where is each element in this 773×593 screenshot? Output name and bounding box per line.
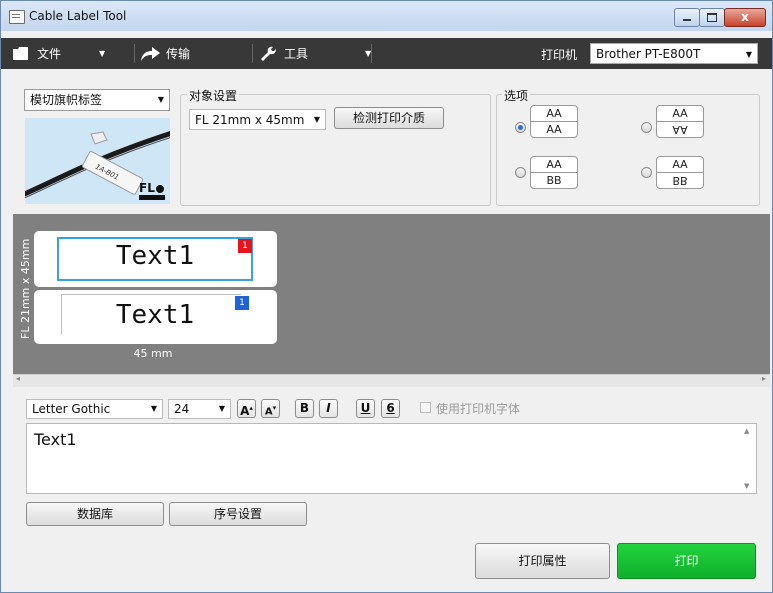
option-4-bottom-wrap: BB (657, 173, 703, 188)
italic-button[interactable]: I (319, 399, 338, 418)
option-4-bottom: BB (672, 174, 688, 187)
media-size-value: FL 21mm x 45mm (195, 113, 305, 127)
printer-label: 打印机 (541, 48, 578, 62)
decrease-font-button[interactable]: A▾ (261, 399, 280, 418)
print-properties-button[interactable]: 打印属性 (475, 543, 610, 579)
chevron-down-icon: ▼ (745, 50, 752, 59)
menu-divider (252, 44, 253, 63)
numbering-button[interactable]: 序号设置 (169, 502, 307, 526)
folder-icon (13, 47, 28, 60)
label-text-editor[interactable]: Text1 ▲ ▼ (26, 423, 757, 494)
menu-divider (134, 44, 135, 63)
label-text-1: Text1 (115, 241, 195, 271)
canvas-horizontal-scrollbar[interactable]: ◂ ▸ (13, 374, 770, 387)
close-button[interactable]: x (724, 8, 766, 27)
canvas-width-label: 45 mm (133, 347, 173, 360)
scroll-left-icon[interactable]: ◂ (16, 374, 20, 383)
detect-media-button[interactable]: 检测打印介质 (334, 107, 444, 129)
font-size-select[interactable]: 24 ▼ (168, 399, 231, 419)
app-window: Cable Label Tool x 文件 ▼ 传输 工具 ▼ 打印机 Brot… (0, 0, 773, 593)
scroll-down-icon[interactable]: ▼ (744, 482, 749, 490)
object-number-badge: 1 (235, 296, 249, 310)
close-icon: x (741, 10, 749, 24)
menu-divider (371, 44, 372, 63)
grow-font-label: A (240, 404, 250, 418)
bold-button[interactable]: B (295, 399, 314, 418)
database-button[interactable]: 数据库 (26, 502, 164, 526)
menu-file[interactable]: 文件 ▼ (13, 38, 105, 69)
editor-vertical-scrollbar[interactable]: ▲ ▼ (739, 424, 756, 493)
chevron-down-icon: ▼ (99, 49, 106, 58)
grow-arrow-icon: ▴ (249, 404, 253, 412)
underline-button[interactable]: U (356, 399, 375, 418)
minimize-button[interactable] (674, 8, 700, 27)
increase-font-button[interactable]: A▴ (237, 399, 256, 418)
canvas-size-label: FL 21mm x 45mm (19, 238, 32, 339)
option-box-4[interactable]: AA BB (656, 156, 704, 189)
label-text-2: Text1 (115, 300, 195, 330)
option-3-bottom: BB (546, 174, 562, 187)
menu-bar: 文件 ▼ 传输 工具 ▼ 打印机 Brother PT-E800T ▼ (1, 38, 772, 69)
chevron-down-icon: ▼ (218, 404, 225, 413)
scroll-right-icon[interactable]: ▸ (762, 374, 766, 383)
shrink-arrow-icon: ▾ (272, 404, 277, 412)
option-radio-4[interactable] (641, 167, 652, 178)
font-select[interactable]: Letter Gothic ▼ (26, 399, 163, 419)
chevron-down-icon: ▼ (157, 95, 164, 104)
guide-line (61, 294, 241, 295)
label-type-value: 模切旗帜标签 (30, 93, 103, 107)
editor-text: Text1 (34, 430, 77, 449)
option-radio-3[interactable] (515, 167, 526, 178)
use-printer-font-label: 使用打印机字体 (436, 402, 521, 416)
shrink-font-label: A (264, 406, 273, 418)
print-button[interactable]: 打印 (617, 543, 756, 579)
option-3-top: AA (531, 157, 577, 173)
option-box-2[interactable]: AA AA (656, 105, 704, 138)
wrench-icon (261, 46, 276, 61)
media-size-select[interactable]: FL 21mm x 45mm ▼ (189, 109, 326, 130)
menu-transfer-label: 传输 (166, 47, 191, 61)
label-type-select[interactable]: 模切旗帜标签 ▼ (24, 89, 170, 111)
chevron-down-icon: ▼ (150, 404, 157, 413)
label-section-1[interactable]: Text1 1 (34, 231, 277, 287)
label-preview-image: 1A-B01 FL (25, 118, 170, 204)
title-bar: Cable Label Tool x (1, 1, 772, 31)
object-number-badge: 1 (238, 239, 252, 253)
label-section-2[interactable]: Text1 1 (34, 290, 277, 344)
cable-illustration: 1A-B01 FL (25, 131, 170, 200)
option-radio-2[interactable] (641, 122, 652, 133)
option-2-bottom-wrap: AA (657, 122, 703, 137)
menu-file-label: 文件 (37, 47, 62, 61)
maximize-button[interactable] (699, 8, 725, 27)
window-title: Cable Label Tool (29, 9, 127, 23)
fl-logo: FL (139, 181, 155, 195)
menu-transfer[interactable]: 传输 (141, 38, 190, 69)
option-box-1[interactable]: AA AA (530, 105, 578, 138)
options-legend: 选项 (502, 87, 531, 104)
font-size-value: 24 (174, 402, 190, 416)
chevron-down-icon: ▼ (313, 115, 320, 124)
arrow-right-icon (141, 46, 160, 61)
scroll-up-icon[interactable]: ▲ (744, 427, 749, 435)
printer-select-value: Brother PT-E800T (596, 47, 701, 61)
menu-tools[interactable]: 工具 ▼ (259, 38, 371, 69)
option-radio-1[interactable] (515, 122, 526, 133)
object-settings-legend: 对象设置 (187, 87, 240, 104)
option-2-bottom: AA (672, 123, 688, 136)
option-box-3[interactable]: AA BB (530, 156, 578, 189)
font-select-value: Letter Gothic (32, 402, 111, 416)
use-printer-font-checkbox[interactable] (420, 402, 431, 413)
option-4-top: AA (657, 157, 703, 173)
printer-select[interactable]: Brother PT-E800T ▼ (590, 43, 758, 64)
option-1-top: AA (531, 106, 577, 122)
option-2-top: AA (657, 106, 703, 122)
frame-button[interactable]: 6 (381, 399, 400, 418)
option-1-bottom: AA (546, 123, 562, 136)
app-icon (9, 10, 25, 24)
menu-tools-label: 工具 (284, 47, 309, 61)
